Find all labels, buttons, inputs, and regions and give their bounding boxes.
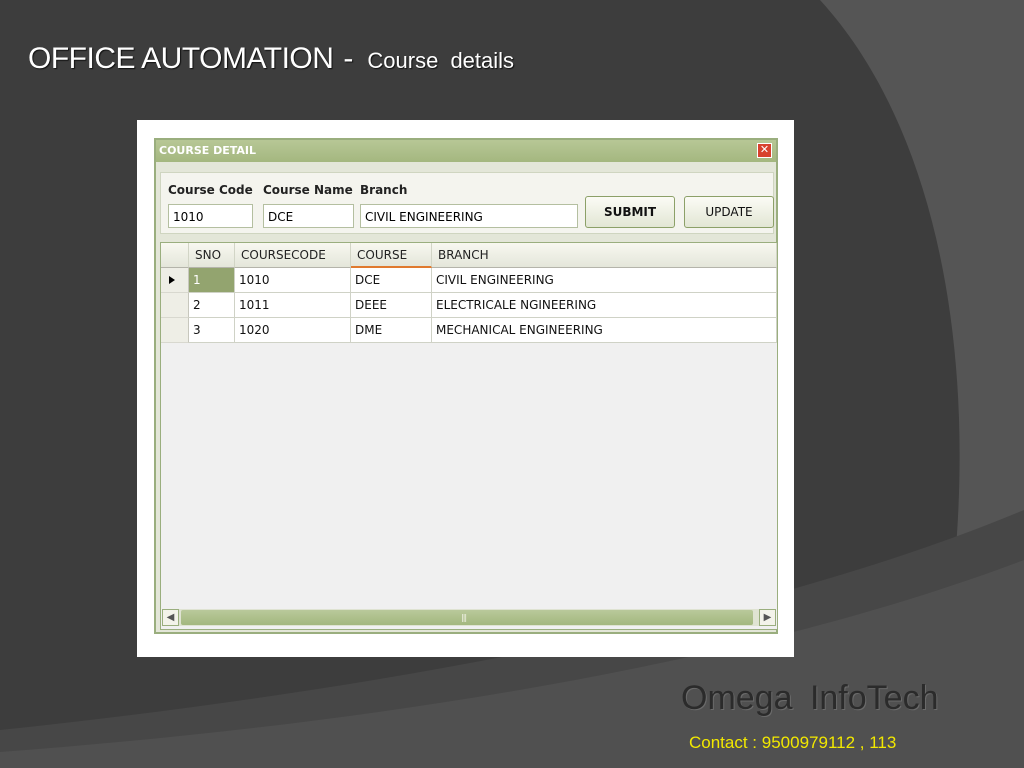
course-grid[interactable]: SNO COURSECODE COURSE BRANCH 1 1010 DCE …	[160, 242, 778, 630]
contact-info: Contact : 9500979112 , 113	[689, 733, 897, 752]
table-cell-coursecode[interactable]: 1010	[235, 268, 351, 293]
course-name-label: Course Name	[263, 183, 353, 197]
table-cell-sno[interactable]: 3	[189, 318, 235, 343]
scroll-left-icon[interactable]: ◀	[162, 609, 179, 626]
scroll-right-icon[interactable]: ▶	[759, 609, 776, 626]
horizontal-scrollbar[interactable]: ◀ ||| ▶	[162, 609, 776, 626]
column-header-course[interactable]: COURSE	[351, 243, 432, 268]
course-detail-window: COURSE DETAIL ✕ Course Code Course Name …	[154, 138, 778, 634]
window-titlebar[interactable]: COURSE DETAIL ✕	[156, 140, 776, 162]
column-header-sno[interactable]: SNO	[189, 243, 235, 268]
scrollbar-grip: |||	[461, 613, 467, 622]
grid-corner-header	[161, 243, 189, 268]
screenshot-frame: COURSE DETAIL ✕ Course Code Course Name …	[137, 120, 794, 657]
window-title: COURSE DETAIL	[159, 144, 257, 157]
table-cell-sno[interactable]: 1	[189, 268, 235, 293]
table-cell-course[interactable]: DME	[351, 318, 432, 343]
row-header-3[interactable]	[161, 318, 189, 343]
table-cell-sno[interactable]: 2	[189, 293, 235, 318]
submit-button[interactable]: SUBMIT	[585, 196, 675, 228]
course-form-panel: Course Code Course Name Branch 1010 DCE …	[160, 172, 774, 234]
course-name-input[interactable]: DCE	[263, 204, 354, 228]
current-row-arrow-icon	[169, 276, 175, 284]
column-header-coursecode[interactable]: COURSECODE	[235, 243, 351, 268]
row-header-2[interactable]	[161, 293, 189, 318]
branch-label: Branch	[360, 183, 408, 197]
column-header-branch[interactable]: BRANCH	[432, 243, 777, 268]
slide-title-separator: -	[343, 42, 354, 75]
row-header-1[interactable]	[161, 268, 189, 293]
slide-title-main: OFFICE AUTOMATION	[28, 42, 334, 75]
slide-title-sub: Course details	[367, 48, 515, 73]
branch-input[interactable]: CIVIL ENGINEERING	[360, 204, 578, 228]
table-cell-coursecode[interactable]: 1020	[235, 318, 351, 343]
table-cell-branch[interactable]: CIVIL ENGINEERING	[432, 268, 777, 293]
slide-title: OFFICE AUTOMATION - Course details	[28, 42, 514, 76]
course-code-label: Course Code	[168, 183, 253, 197]
table-cell-coursecode[interactable]: 1011	[235, 293, 351, 318]
table-cell-course[interactable]: DCE	[351, 268, 432, 293]
close-icon[interactable]: ✕	[757, 143, 772, 158]
brand-name: Omega InfoTech	[681, 679, 939, 717]
course-code-input[interactable]: 1010	[168, 204, 253, 228]
table-cell-branch[interactable]: MECHANICAL ENGINEERING	[432, 318, 777, 343]
scrollbar-thumb[interactable]: |||	[181, 610, 753, 625]
table-cell-course[interactable]: DEEE	[351, 293, 432, 318]
table-cell-branch[interactable]: ELECTRICALE NGINEERING	[432, 293, 777, 318]
update-button[interactable]: UPDATE	[684, 196, 774, 228]
